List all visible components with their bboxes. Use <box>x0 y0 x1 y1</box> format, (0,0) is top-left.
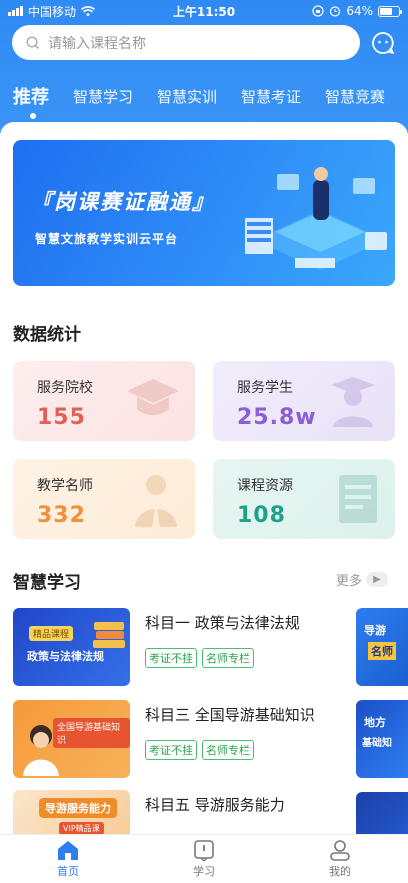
side-course-thumbnail[interactable] <box>356 792 408 834</box>
stat-value: 332 <box>37 503 86 528</box>
teacher-icon <box>135 475 177 527</box>
graduation-cap-icon <box>127 379 179 415</box>
tab-recommend[interactable]: 推荐 <box>13 83 49 109</box>
nav-label: 首页 <box>57 865 79 878</box>
course-title: 科目三 全国导游基础知识 <box>145 706 315 724</box>
stats-section-title: 数据统计 <box>13 325 81 345</box>
course-title: 科目一 政策与法律法规 <box>145 614 300 632</box>
tab-smart-training[interactable]: 智慧实训 <box>157 86 217 107</box>
thumb-badge: VIP精品课 <box>59 822 104 834</box>
battery-icon <box>378 5 402 17</box>
course-item[interactable]: 全国导游基础知识 科目三 全国导游基础知识 考证不挂 名师专栏 <box>13 700 396 778</box>
wifi-icon <box>81 5 95 16</box>
course-tag: 名师专栏 <box>202 740 254 760</box>
side-course-thumbnail[interactable]: 导游 名师 <box>356 608 408 686</box>
home-icon <box>58 841 78 860</box>
student-icon <box>331 377 375 427</box>
stat-card-teachers: 教学名师 332 <box>13 459 195 539</box>
status-bar: 中国移动 上午11:50 64% <box>0 0 408 22</box>
course-tag: 考证不挂 <box>145 648 197 668</box>
search-icon <box>26 35 40 50</box>
stat-label: 教学名师 <box>37 478 93 494</box>
stat-card-students: 服务学生 25.8w <box>213 361 395 441</box>
promo-banner[interactable]: 『岗课赛证融通』 智慧文旅教学实训云平台 <box>13 140 395 286</box>
search-bar[interactable]: 请输入课程名称 <box>12 25 360 60</box>
thumb-text: 全国导游基础知识 <box>53 718 130 748</box>
tab-indicator <box>30 113 36 119</box>
nav-label: 学习 <box>193 865 215 878</box>
stat-label: 服务院校 <box>37 380 93 396</box>
banner-title: 『岗课赛证融通』 <box>31 190 215 214</box>
learning-section-title: 智慧学习 <box>13 573 81 593</box>
course-title: 科目五 导游服务能力 <box>145 796 285 814</box>
more-label: 更多 <box>336 574 363 589</box>
category-tabs: 推荐 智慧学习 智慧实训 智慧考证 智慧竞赛 <box>0 78 408 114</box>
teacher-avatar-icon <box>23 725 59 776</box>
clock: 上午11:50 <box>172 4 236 19</box>
main-content: 『岗课赛证融通』 智慧文旅教学实训云平台 数据统计 服务院校 155 服务学生 … <box>0 122 408 834</box>
tab-smart-learning[interactable]: 智慧学习 <box>73 86 133 107</box>
course-tag: 名师专栏 <box>202 648 254 668</box>
side-course-thumbnail[interactable]: 地方 基础知 <box>356 700 408 778</box>
banner-illustration <box>245 167 387 270</box>
battery-percent: 64% <box>346 4 373 18</box>
signal-icon <box>8 6 23 16</box>
side-thumb-text: 地方 <box>364 716 386 729</box>
chat-bubble-icon[interactable] <box>371 31 395 55</box>
tab-smart-exam[interactable]: 智慧考证 <box>241 86 301 107</box>
carrier-label: 中国移动 <box>28 4 77 19</box>
study-book-icon <box>194 840 214 861</box>
more-link[interactable]: 更多 ▶ <box>336 570 389 589</box>
course-tags: 考证不挂 名师专栏 <box>145 740 254 760</box>
side-thumb-text: 名师 <box>368 642 396 660</box>
tab-smart-contest[interactable]: 智慧竞赛 <box>325 86 385 107</box>
rotation-lock-icon <box>312 5 324 17</box>
bottom-navigation: 首页 学习 我的 <box>0 834 408 883</box>
stat-card-schools: 服务院校 155 <box>13 361 195 441</box>
side-thumb-text: 导游 <box>364 624 386 637</box>
nav-label: 我的 <box>329 865 351 878</box>
stat-value: 155 <box>37 405 86 430</box>
course-thumbnail: 精品课程 政策与法律法规 <box>13 608 130 686</box>
user-icon <box>330 840 350 861</box>
nav-home[interactable]: 首页 <box>0 835 136 883</box>
stat-value: 108 <box>237 503 286 528</box>
thumb-badge: 精品课程 <box>29 626 74 641</box>
document-icon <box>339 475 377 523</box>
stat-value: 25.8w <box>237 405 317 430</box>
side-thumb-text: 基础知 <box>362 738 392 749</box>
course-item[interactable]: 精品课程 政策与法律法规 科目一 政策与法律法规 考证不挂 名师专栏 <box>13 608 396 686</box>
course-item[interactable]: 导游服务能力 VIP精品课 科目五 导游服务能力 <box>13 790 396 834</box>
nav-profile[interactable]: 我的 <box>272 835 408 883</box>
course-thumbnail: 导游服务能力 VIP精品课 <box>13 790 130 834</box>
nav-study[interactable]: 学习 <box>136 835 272 883</box>
alarm-icon <box>330 6 341 17</box>
course-thumbnail: 全国导游基础知识 <box>13 700 130 778</box>
stat-card-resources: 课程资源 108 <box>213 459 395 539</box>
course-tag: 考证不挂 <box>145 740 197 760</box>
chevron-right-icon: ▶ <box>366 572 389 587</box>
stat-label: 课程资源 <box>237 478 293 494</box>
stat-label: 服务学生 <box>237 380 293 396</box>
banner-subtitle: 智慧文旅教学实训云平台 <box>35 232 179 246</box>
thumb-text: 导游服务能力 <box>39 798 117 818</box>
course-tags: 考证不挂 名师专栏 <box>145 648 254 668</box>
search-placeholder: 请输入课程名称 <box>48 35 146 52</box>
books-icon <box>93 622 125 648</box>
